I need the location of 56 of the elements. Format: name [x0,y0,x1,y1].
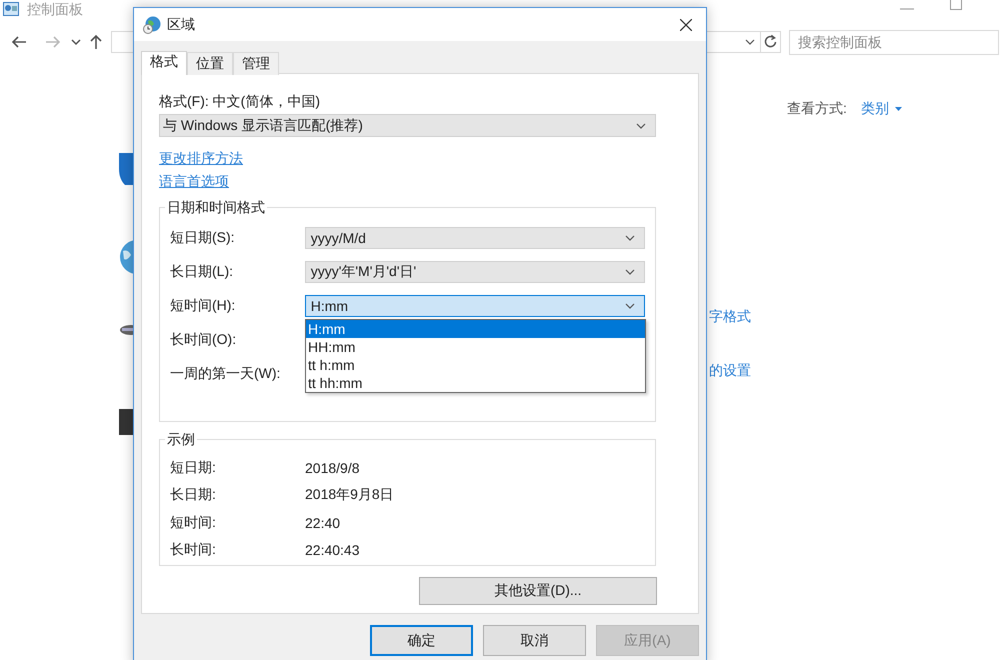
maximize-icon[interactable] [950,0,962,10]
caret-icon[interactable] [894,107,902,111]
format-dropdown[interactable]: H:mm [304,295,645,317]
shield-icon [119,151,133,187]
group-title: 日期和时间格式 [165,199,267,215]
chevron-down-icon[interactable] [71,37,81,47]
tab[interactable]: 位置 [187,52,233,75]
settings-link[interactable]: 的设置 [709,362,751,380]
example-label: 长时间: [170,541,217,560]
format-dropdown[interactable]: 与 Windows 显示语言匹配(推荐) [159,114,656,137]
format-label: 格式(F): 中文(简体，中国) [159,93,321,109]
example-value: 2018年9月8日 [305,486,394,504]
settings-link[interactable]: 字格式 [709,308,751,326]
example-label: 长日期: [170,486,217,504]
example-value: 22:40:43 [305,542,360,558]
field-label: 长日期(L): [170,263,234,281]
globe-clock-icon [143,16,161,34]
back-icon[interactable] [11,35,27,49]
chevron-down-icon [635,120,647,130]
close-icon[interactable] [680,18,692,30]
group-title: 示例 [165,431,197,447]
control-panel-icon [3,2,19,16]
field-label: 短日期(S): [170,229,236,247]
dialog-button[interactable]: 确定 [370,625,473,656]
dropdown-option[interactable]: HH:mm [306,338,645,356]
dark-bar-icon [119,409,133,435]
chevron-down-icon [624,267,636,277]
chevron-down-icon [624,301,636,311]
dialog-button: 应用(A) [596,625,699,656]
settings-link[interactable]: 更改排序方法 [159,150,656,166]
format-dropdown[interactable]: yyyy/M/d [304,227,645,249]
refresh-icon[interactable] [761,31,781,53]
settings-link[interactable]: 语言首选项 [159,173,656,189]
field-label: 长时间(O): [170,331,238,349]
up-icon[interactable] [89,34,103,50]
view-by-link[interactable]: 类别 [860,100,889,118]
example-label: 短日期: [170,458,217,477]
example-label: 短时间: [170,514,217,532]
chevron-down-icon[interactable] [744,37,756,47]
dropdown-option[interactable]: tt hh:mm [306,374,645,392]
example-value: 22:40 [305,514,340,531]
search-field[interactable]: 搜索控制面板 [789,30,999,54]
dropdown-option[interactable]: tt h:mm [306,356,645,374]
tab[interactable]: 管理 [233,52,279,75]
dialog-button[interactable]: 取消 [483,625,586,656]
chevron-down-icon [624,233,636,243]
other-settings-button[interactable]: 其他设置(D)... [419,577,657,605]
view-by-label: 查看方式: [787,100,847,118]
example-value: 2018/9/8 [305,460,360,476]
field-label: 一周的第一天(W): [170,365,282,383]
dropdown-option[interactable]: H:mm [306,320,645,338]
field-label: 短时间(H): [170,297,236,315]
window-title: 控制面板 [27,0,83,18]
tab[interactable]: 格式 [141,51,187,75]
format-dropdown[interactable]: yyyy'年'M'月'd'日' [304,261,645,283]
dialog-title: 区域 [167,16,195,34]
